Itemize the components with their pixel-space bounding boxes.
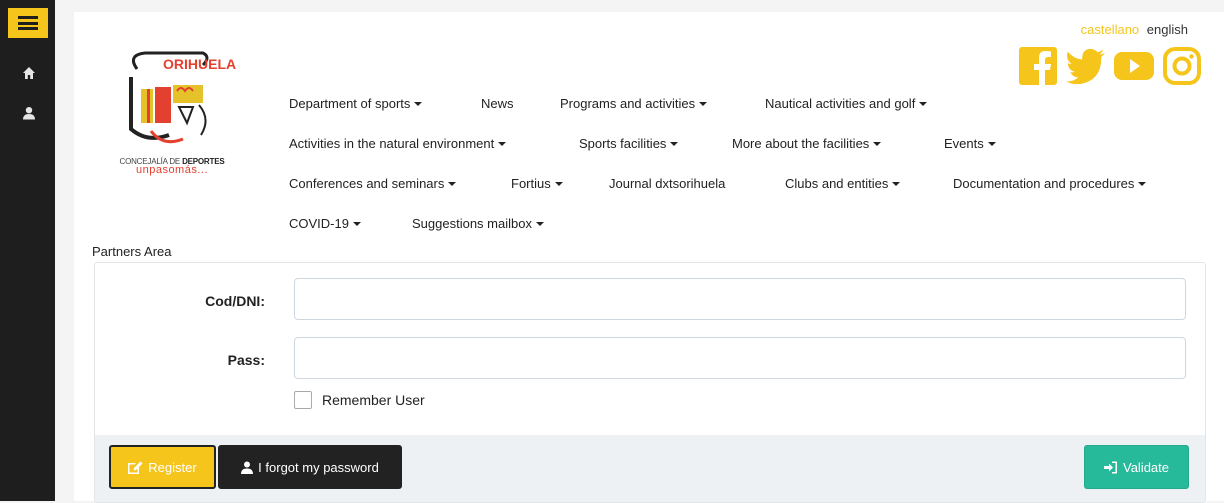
sign-in-icon <box>1103 461 1117 473</box>
remember-user-option[interactable]: Remember User <box>294 391 425 409</box>
partners-login-card: Cod/DNI: Pass: Remember User Register I … <box>94 262 1206 503</box>
nav-item-conferences-and-seminars[interactable]: Conferences and seminars <box>289 176 511 191</box>
nav-item-clubs-and-entities[interactable]: Clubs and entities <box>785 176 953 191</box>
nav-item-news[interactable]: News <box>481 96 560 111</box>
nav-item-sports-facilities[interactable]: Sports facilities <box>579 136 732 151</box>
caret-down-icon <box>535 221 544 226</box>
caret-down-icon <box>873 141 882 146</box>
caret-down-icon <box>352 221 361 226</box>
pass-label: Pass: <box>227 352 265 368</box>
caret-down-icon <box>699 101 708 106</box>
lang-castellano-link[interactable]: castellano <box>1081 22 1140 37</box>
nav-item-fortius[interactable]: Fortius <box>511 176 609 191</box>
menu-toggle-button[interactable] <box>8 8 48 38</box>
social-links <box>1018 46 1202 86</box>
nav-item-covid-19[interactable]: COVID-19 <box>289 216 412 231</box>
nav-item-more-about-facilities[interactable]: More about the facilities <box>732 136 944 151</box>
caret-down-icon <box>414 101 423 106</box>
form-actions: Register I forgot my password Validate <box>95 435 1205 502</box>
nav-item-department-of-sports[interactable]: Department of sports <box>289 96 481 111</box>
facebook-icon[interactable] <box>1018 46 1058 86</box>
twitter-icon[interactable] <box>1066 46 1106 86</box>
nav-item-programs-and-activities[interactable]: Programs and activities <box>560 96 765 111</box>
caret-down-icon <box>498 141 507 146</box>
forgot-password-button[interactable]: I forgot my password <box>218 445 402 489</box>
edit-icon <box>128 461 143 474</box>
left-sidebar <box>0 0 55 501</box>
remember-user-checkbox[interactable] <box>294 391 312 409</box>
hamburger-icon <box>18 16 38 30</box>
partners-area-title: Partners Area <box>92 244 172 259</box>
nav-item-natural-environment[interactable]: Activities in the natural environment <box>289 136 579 151</box>
logo-caption: CONCEJALÍA DE DEPORTES unpasomás... <box>107 157 237 176</box>
caret-down-icon <box>670 141 679 146</box>
validate-button[interactable]: Validate <box>1084 445 1189 489</box>
logo-graphic: ORIHUELA <box>129 51 236 144</box>
logo[interactable]: ORIHUELA CONCEJALÍA DE DEPORTES unpasomá… <box>107 47 237 187</box>
user-icon <box>241 461 254 474</box>
nav-row-2: Activities in the natural environment Sp… <box>289 136 996 151</box>
register-button-label: Register <box>148 459 197 475</box>
main-panel: ORIHUELA CONCEJALÍA DE DEPORTES unpasomá… <box>74 12 1224 503</box>
caret-down-icon <box>919 101 928 106</box>
password-input[interactable] <box>294 337 1186 379</box>
nav-item-suggestions-mailbox[interactable]: Suggestions mailbox <box>412 216 544 231</box>
nav-item-journal-dxtsorihuela[interactable]: Journal dxtsorihuela <box>609 176 785 191</box>
caret-down-icon <box>892 181 901 186</box>
language-switcher: castellano english <box>1081 22 1188 37</box>
youtube-icon[interactable] <box>1114 46 1154 86</box>
home-icon[interactable] <box>22 66 36 80</box>
caret-down-icon <box>554 181 563 186</box>
lang-english-link[interactable]: english <box>1147 22 1188 37</box>
validate-button-label: Validate <box>1122 459 1169 475</box>
nav-item-nautical-activities-and-golf[interactable]: Nautical activities and golf <box>765 96 928 111</box>
logo-slogan: unpasomás... <box>135 164 209 176</box>
caret-down-icon <box>987 141 996 146</box>
cod-dni-input[interactable] <box>294 278 1186 320</box>
caret-down-icon <box>448 181 457 186</box>
register-button[interactable]: Register <box>109 445 216 489</box>
remember-user-label: Remember User <box>322 392 425 408</box>
caret-down-icon <box>1138 181 1147 186</box>
forgot-password-label: I forgot my password <box>258 459 379 475</box>
nav-item-events[interactable]: Events <box>944 136 996 151</box>
user-icon[interactable] <box>22 106 36 120</box>
nav-row-4: COVID-19 Suggestions mailbox <box>289 216 544 231</box>
nav-row-1: Department of sports News Programs and a… <box>289 96 928 111</box>
instagram-icon[interactable] <box>1162 46 1202 86</box>
logo-title: ORIHUELA <box>163 56 236 72</box>
cod-dni-label: Cod/DNI: <box>205 293 265 309</box>
nav-item-documentation-and-procedures[interactable]: Documentation and procedures <box>953 176 1147 191</box>
nav-row-3: Conferences and seminars Fortius Journal… <box>289 176 1147 191</box>
